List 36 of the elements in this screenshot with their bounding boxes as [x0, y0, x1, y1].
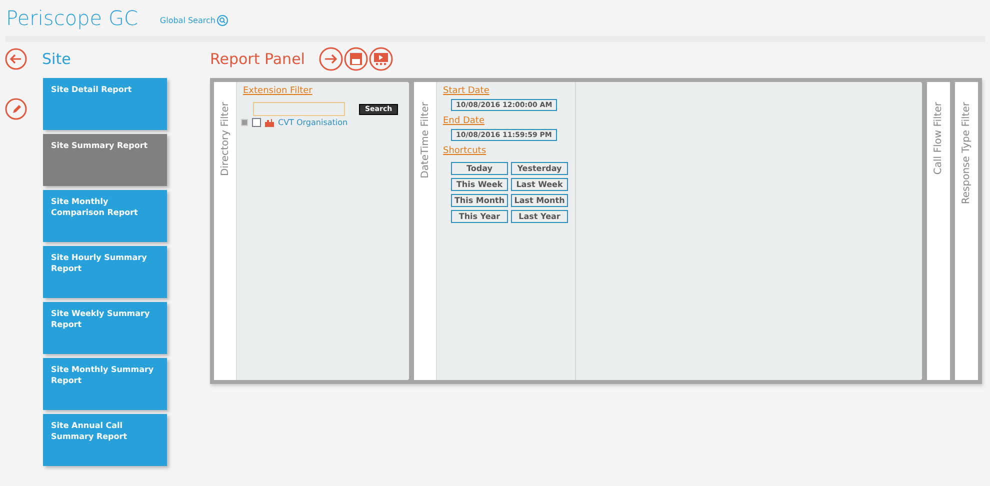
report-panel-heading: Report Panel	[210, 50, 305, 68]
search-field[interactable]	[253, 102, 345, 116]
shortcut-button[interactable]: This Month	[451, 194, 508, 207]
shortcut-button[interactable]: This Week	[451, 178, 508, 191]
save-icon[interactable]	[344, 47, 368, 71]
report-tile[interactable]: Site Detail Report	[43, 78, 167, 130]
shortcut-button[interactable]: Today	[451, 162, 508, 175]
tree-item[interactable]: CVT Organisation	[278, 118, 348, 127]
site-heading: Site	[42, 50, 71, 68]
global-search-link[interactable]: Global Search	[160, 14, 228, 26]
shortcuts-link[interactable]: Shortcuts	[443, 146, 569, 156]
report-tile[interactable]: Site Hourly Summary Report	[43, 246, 167, 298]
filter-tab[interactable]: Response Type Filter	[955, 82, 978, 380]
extension-filter-link[interactable]: Extension Filter	[243, 86, 403, 96]
report-tile[interactable]: Site Monthly Summary Report	[43, 358, 167, 410]
checkbox[interactable]	[252, 118, 261, 127]
report-tile[interactable]: Site Summary Report	[43, 134, 167, 186]
filter-tab[interactable]: Directory Filter	[214, 82, 237, 380]
start-date-link[interactable]: Start Date	[443, 86, 569, 96]
shortcut-button[interactable]: Yesterday	[511, 162, 568, 175]
shortcut-button[interactable]: This Year	[451, 210, 508, 223]
presentation-icon[interactable]	[368, 47, 393, 71]
report-tile[interactable]: Site Annual Call Summary Report	[43, 414, 167, 466]
organisation-icon	[265, 118, 274, 126]
shortcut-button[interactable]: Last Week	[511, 178, 568, 191]
pencil-icon[interactable]	[5, 98, 27, 120]
end-date-link[interactable]: End Date	[443, 116, 569, 126]
report-tile[interactable]: Site Monthly Comparison Report	[43, 190, 167, 242]
shortcut-button[interactable]: Last Year	[511, 210, 568, 223]
app-title: Periscope GC	[6, 6, 138, 30]
report-tile[interactable]: Site Weekly Summary Report	[43, 302, 167, 354]
shortcut-button[interactable]: Last Month	[511, 194, 568, 207]
search-icon	[217, 14, 228, 26]
expand-icon[interactable]	[241, 119, 248, 126]
filter-tab[interactable]: DateTime Filter	[414, 82, 437, 380]
filter-tab[interactable]: Call Flow Filter	[927, 82, 950, 380]
